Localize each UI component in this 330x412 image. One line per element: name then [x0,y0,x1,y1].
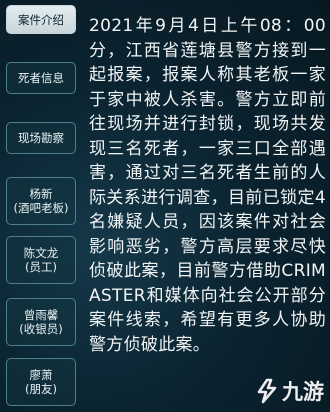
watermark-text: 九游 [282,380,324,404]
tab-label: 杨新 [29,187,53,201]
tab-sublabel: (朋友) [25,382,57,396]
sidebar-tabs: 案件介绍 死者信息 现场勘察 杨新 (酒吧老板) 陈文龙 (员工) 曾雨馨 (收… [0,0,78,412]
tab-label: 廖萧 [29,368,53,382]
tab-suspect-zeng-yuxin[interactable]: 曾雨馨 (收银员) [6,298,76,346]
case-description: 2021年9月4日上午08：00分，江西省莲塘县警方接到一起报案，报案人称其老板… [89,16,326,355]
tab-label: 现场勘察 [18,131,64,145]
tab-sublabel: (员工) [25,260,57,274]
tab-sublabel: (收银员) [19,322,63,336]
tab-sublabel: (酒吧老板) [13,201,69,215]
tab-scene-investigation[interactable]: 现场勘察 [6,122,76,154]
tab-label: 死者信息 [18,71,64,85]
tab-suspect-liao-xiao[interactable]: 廖萧 (朋友) [6,358,76,406]
jiuyou-logo-icon [254,378,280,404]
tab-label: 陈文龙 [23,246,59,260]
tab-label: 曾雨馨 [23,308,59,322]
tab-case-intro[interactable]: 案件介绍 [6,5,76,34]
watermark: 九游 [254,376,324,406]
tab-victim-info[interactable]: 死者信息 [6,62,76,94]
case-file-screen: 案件介绍 死者信息 现场勘察 杨新 (酒吧老板) 陈文龙 (员工) 曾雨馨 (收… [0,0,330,412]
tab-suspect-yang-xin[interactable]: 杨新 (酒吧老板) [6,177,76,225]
tab-suspect-chen-wenlong[interactable]: 陈文龙 (员工) [6,236,76,284]
tab-label: 案件介绍 [18,12,64,27]
